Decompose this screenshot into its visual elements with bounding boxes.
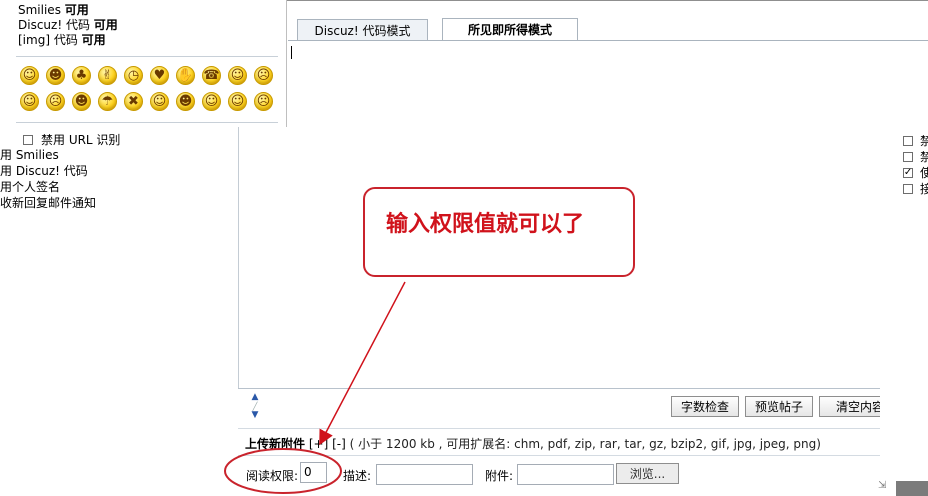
annotation-arrow — [319, 281, 406, 446]
annotation-ellipse — [224, 448, 342, 494]
annotation-overlay — [224, 281, 406, 494]
